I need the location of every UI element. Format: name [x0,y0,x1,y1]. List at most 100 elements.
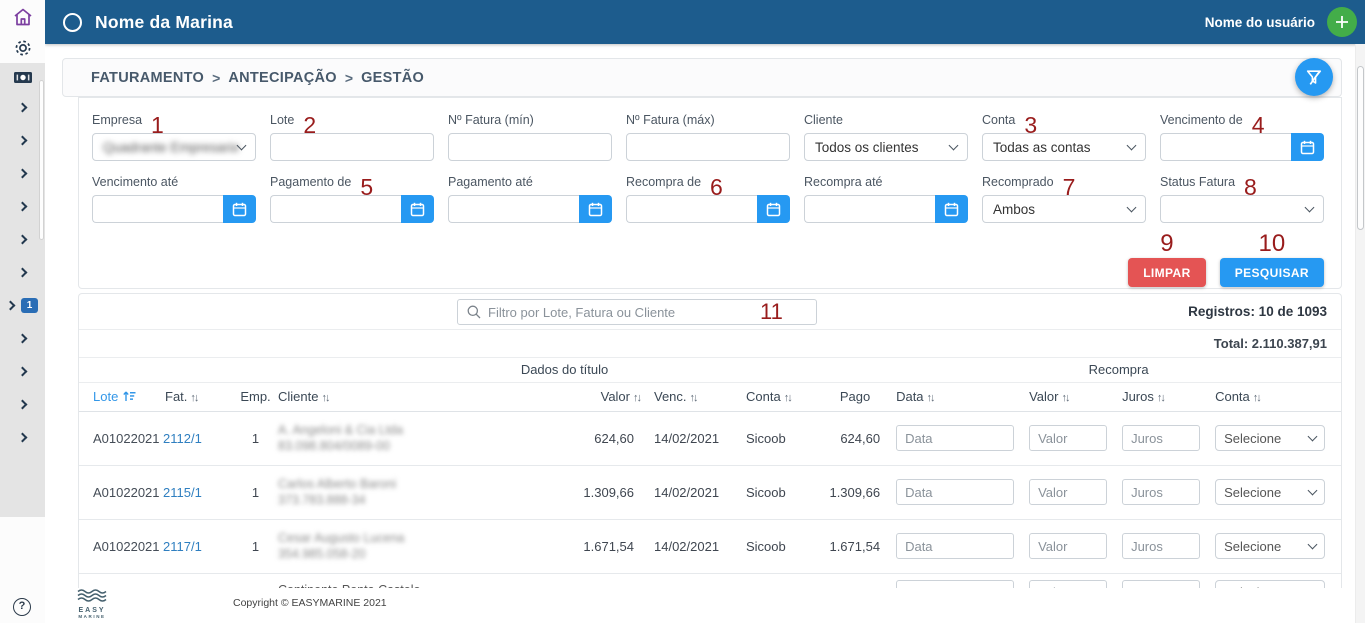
top-bar: Nome da Marina Nome do usuário [45,0,1365,44]
easymarine-logo: EASY MARINE [75,589,109,620]
annotation-10: 10 [1259,232,1286,255]
recompra-data-input[interactable] [896,479,1014,505]
copyright-text: Copyright © EASYMARINE 2021 [233,597,387,609]
calendar-button[interactable] [757,195,790,223]
sidebar-menu-item-9[interactable] [0,355,45,388]
sidebar-home-button[interactable] [12,7,34,27]
recompra-conta-select[interactable]: Selecione [1215,533,1325,559]
cell-emp: 1 [233,411,278,465]
sidebar-menu-item-10[interactable] [0,388,45,421]
field-label: Conta [982,113,1015,127]
field-label: Nº Fatura (máx) [626,113,715,127]
add-button[interactable] [1327,7,1357,37]
column-venc[interactable]: Venc. [654,382,746,411]
sidebar-menu-item-6[interactable] [0,256,45,289]
filter-field-lote: Lote2 [270,110,434,161]
recompra-valor-input[interactable] [1029,479,1107,505]
recompra-valor-input[interactable] [1029,580,1107,589]
recompra-juros-input[interactable] [1122,580,1200,589]
cliente-select[interactable]: Todos os clientes [804,133,968,161]
fatura-link[interactable]: 2112/1 [163,431,202,446]
filter-field-fatura-min: Nº Fatura (mín) [448,110,612,161]
annotation-9: 9 [1160,232,1173,255]
column-valor-recompra[interactable]: Valor [1029,382,1122,411]
calendar-button[interactable] [223,195,256,223]
lote-input[interactable] [270,133,434,161]
fatura-max-input[interactable] [626,133,790,161]
pagamento-de-input[interactable] [270,195,401,223]
filter-field-conta: Conta3 Todas as contas [982,110,1146,161]
fatura-link[interactable]: 2115/1 [163,485,202,500]
chevron-down-icon [1308,431,1318,441]
field-label: Lote [270,113,294,127]
sidebar-menu: 1 [0,63,45,517]
recompra-juros-input[interactable] [1122,533,1200,559]
chevron-right-icon [18,103,28,113]
clear-button[interactable]: LIMPAR [1128,258,1206,287]
filter-field-vencimento-ate: Vencimento até [92,172,256,223]
column-juros[interactable]: Juros [1122,382,1215,411]
breadcrumb-gestao[interactable]: GESTÃO [361,70,424,86]
recompra-valor-input[interactable] [1029,425,1107,451]
pagamento-ate-input[interactable] [448,195,579,223]
recompra-data-input[interactable] [896,425,1014,451]
breadcrumb-antecipacao[interactable]: ANTECIPAÇÃO [228,70,337,86]
user-name[interactable]: Nome do usuário [1205,15,1315,30]
calendar-button[interactable] [1291,133,1324,161]
column-valor[interactable]: Valor [559,382,654,411]
recompra-conta-select[interactable]: Selecione [1215,580,1325,589]
calendar-button[interactable] [579,195,612,223]
column-lote[interactable]: Lote [79,382,163,411]
cell-pago [814,573,896,588]
field-label: Pagamento até [448,175,533,189]
recompra-valor-input[interactable] [1029,533,1107,559]
sidebar-menu-item-11[interactable] [0,421,45,454]
vencimento-de-input[interactable] [1160,133,1291,161]
recompra-ate-input[interactable] [804,195,935,223]
column-conta-recompra[interactable]: Conta [1215,382,1341,411]
vertical-scrollbar[interactable] [1355,44,1365,623]
search-button[interactable]: PESQUISAR [1220,258,1324,287]
recompra-conta-select[interactable]: Selecione [1215,479,1325,505]
filter-field-recomprado: Recomprado7 Ambos [982,172,1146,223]
table-row: A01022021 2117/1 1 Cesar Augusto Lucena3… [79,519,1341,573]
chevron-down-icon [1127,202,1137,212]
column-cliente[interactable]: Cliente [278,382,559,411]
cell-valor: 1.671,54 [559,519,654,573]
recompra-data-input[interactable] [896,533,1014,559]
field-label: Vencimento de [1160,113,1243,127]
column-conta[interactable]: Conta [746,382,814,411]
recompra-de-input[interactable] [626,195,757,223]
sidebar-scrollbar[interactable] [39,80,44,240]
fatura-min-input[interactable] [448,133,612,161]
empresa-select[interactable]: Quadrante Empresarial [92,133,256,161]
column-fat[interactable]: Fat. [163,382,233,411]
recompra-juros-input[interactable] [1122,425,1200,451]
sidebar-menu-item-7[interactable]: 1 [0,289,45,322]
sidebar-menu-item-8[interactable] [0,322,45,355]
fatura-link[interactable]: 2117/1 [163,539,202,554]
chevron-down-icon [949,140,959,150]
search-icon [466,304,482,320]
sort-icon [690,392,697,404]
vencimento-ate-input[interactable] [92,195,223,223]
help-icon[interactable] [13,598,31,616]
field-label: Pagamento de [270,175,351,189]
annotation-8: 8 [1244,181,1257,193]
breadcrumb-faturamento[interactable]: FATURAMENTO [91,70,204,86]
column-data[interactable]: Data [896,382,1029,411]
conta-select[interactable]: Todas as contas [982,133,1146,161]
cell-cliente: A. Angeloni & Cia Ltda83.098.804/0089-00 [278,411,559,465]
recompra-data-input[interactable] [896,580,1014,589]
calendar-icon [410,202,425,217]
scrollbar-thumb[interactable] [1357,66,1364,230]
sort-icon [321,392,328,404]
recompra-juros-input[interactable] [1122,479,1200,505]
filter-toggle-button[interactable] [1295,58,1333,96]
calendar-button[interactable] [935,195,968,223]
status-fatura-select[interactable] [1160,195,1324,223]
sidebar-settings-button[interactable] [13,38,33,58]
calendar-button[interactable] [401,195,434,223]
results-table: Dados do título Recompra Lote Fat. Emp. … [79,358,1341,588]
recompra-conta-select[interactable]: Selecione [1215,425,1325,451]
